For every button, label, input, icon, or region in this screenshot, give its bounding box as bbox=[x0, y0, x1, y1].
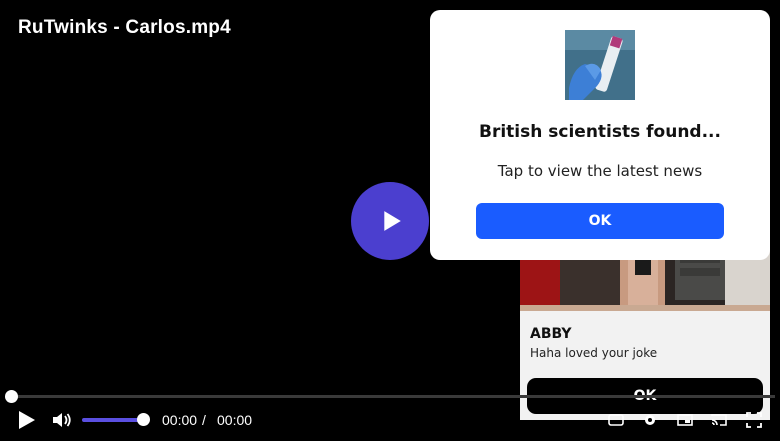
news-headline: British scientists found... bbox=[479, 122, 721, 142]
time-separator: / bbox=[202, 412, 206, 428]
progress-bar[interactable] bbox=[11, 395, 775, 398]
news-popup[interactable]: British scientists found... Tap to view … bbox=[430, 10, 770, 260]
news-thumbnail bbox=[565, 30, 635, 100]
fullscreen-icon[interactable] bbox=[746, 412, 762, 428]
play-icon[interactable] bbox=[16, 410, 36, 430]
volume-icon[interactable] bbox=[52, 411, 72, 429]
big-play-button[interactable] bbox=[351, 182, 429, 260]
news-subtitle: Tap to view the latest news bbox=[497, 162, 703, 180]
gear-icon[interactable] bbox=[642, 412, 658, 428]
play-icon bbox=[384, 211, 401, 231]
volume-slider[interactable] bbox=[82, 418, 144, 422]
captions-icon[interactable] bbox=[608, 412, 624, 428]
chat-sender-name: ABBY bbox=[530, 326, 572, 342]
current-time: 00:00 bbox=[162, 412, 198, 428]
news-ok-button[interactable]: OK bbox=[476, 203, 724, 239]
duration: 00:00 bbox=[217, 412, 253, 428]
cast-icon[interactable] bbox=[711, 412, 727, 428]
volume-handle[interactable] bbox=[137, 413, 150, 426]
control-bar: 00:00 / 00:00 bbox=[0, 404, 780, 436]
video-player[interactable]: RuTwinks - Carlos.mp4 ABBY Haha loved yo… bbox=[0, 0, 780, 441]
chat-message: Haha loved your joke bbox=[530, 346, 658, 360]
video-title: RuTwinks - Carlos.mp4 bbox=[18, 17, 231, 38]
pip-icon[interactable] bbox=[677, 412, 693, 428]
progress-handle[interactable] bbox=[5, 390, 18, 403]
